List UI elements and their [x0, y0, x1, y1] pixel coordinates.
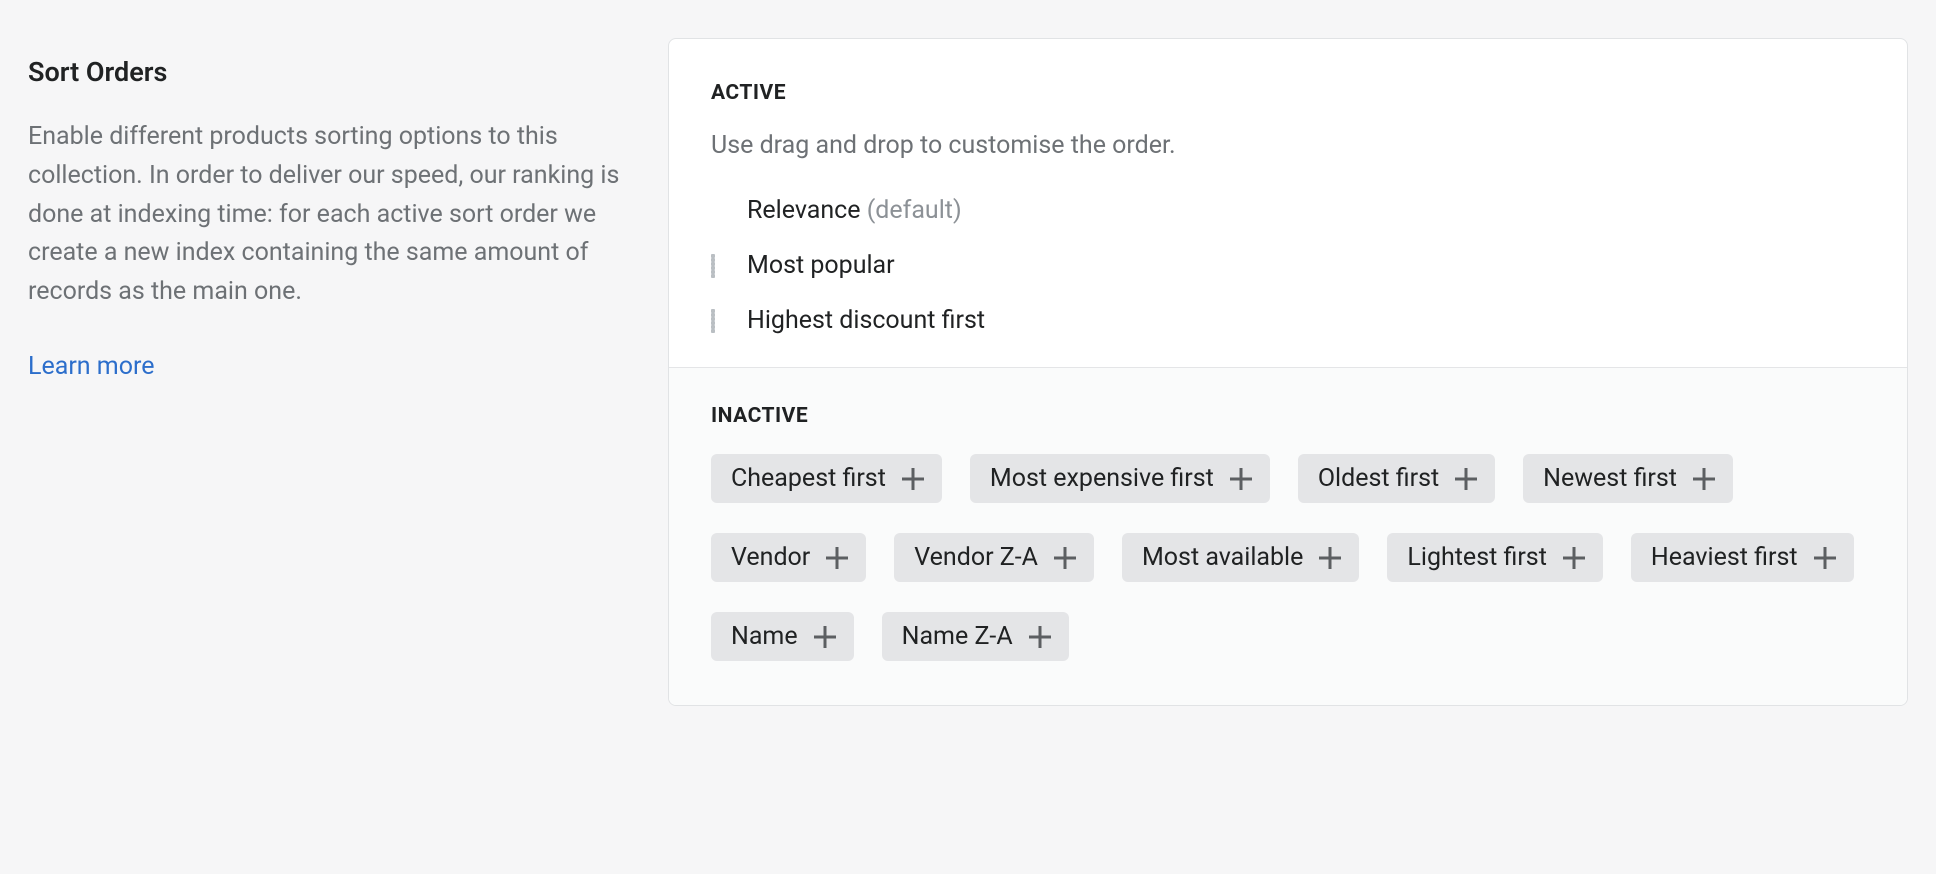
plus-icon [1029, 626, 1051, 648]
chip-name[interactable]: Name [711, 612, 854, 661]
active-item-highest-discount[interactable]: Highest discount first [711, 306, 1865, 335]
chip-most-available[interactable]: Most available [1122, 533, 1359, 582]
drag-handle-icon[interactable] [711, 254, 727, 278]
chip-lightest-first[interactable]: Lightest first [1387, 533, 1602, 582]
plus-icon [1054, 547, 1076, 569]
active-item-most-popular[interactable]: Most popular [711, 251, 1865, 280]
chip-heaviest-first[interactable]: Heaviest first [1631, 533, 1854, 582]
chip-label: Oldest first [1318, 466, 1439, 491]
active-list: Relevance (default) Most popular Highest… [711, 196, 1865, 335]
chip-newest-first[interactable]: Newest first [1523, 454, 1733, 503]
plus-icon [814, 626, 836, 648]
plus-icon [1319, 547, 1341, 569]
chip-oldest-first[interactable]: Oldest first [1298, 454, 1495, 503]
learn-more-link[interactable]: Learn more [28, 352, 154, 381]
chip-label: Vendor Z-A [914, 545, 1038, 570]
active-section: ACTIVE Use drag and drop to customise th… [669, 39, 1907, 367]
chip-vendor-z-a[interactable]: Vendor Z-A [894, 533, 1094, 582]
active-item-label: Most popular [747, 251, 895, 280]
chip-label: Most expensive first [990, 466, 1214, 491]
chip-label: Name [731, 624, 798, 649]
plus-icon [1814, 547, 1836, 569]
active-hint: Use drag and drop to customise the order… [711, 131, 1865, 160]
plus-icon [1693, 468, 1715, 490]
chip-label: Vendor [731, 545, 810, 570]
active-item-relevance[interactable]: Relevance (default) [711, 196, 1865, 225]
default-tag: (default) [867, 196, 962, 225]
active-item-label: Highest discount first [747, 306, 985, 335]
plus-icon [1230, 468, 1252, 490]
plus-icon [1455, 468, 1477, 490]
inactive-section: INACTIVE Cheapest first Most expensive f… [669, 367, 1907, 705]
sidebar-info: Sort Orders Enable different products so… [28, 38, 628, 381]
section-title: Sort Orders [28, 56, 628, 88]
active-item-label: Relevance [747, 196, 861, 225]
drag-handle-icon[interactable] [711, 309, 727, 333]
plus-icon [826, 547, 848, 569]
chip-most-expensive-first[interactable]: Most expensive first [970, 454, 1270, 503]
plus-icon [902, 468, 924, 490]
chip-label: Heaviest first [1651, 545, 1798, 570]
chip-label: Cheapest first [731, 466, 886, 491]
sort-orders-card: ACTIVE Use drag and drop to customise th… [668, 38, 1908, 706]
inactive-chip-row: Cheapest first Most expensive first Olde… [711, 454, 1865, 661]
chip-cheapest-first[interactable]: Cheapest first [711, 454, 942, 503]
section-description: Enable different products sorting option… [28, 118, 628, 312]
chip-vendor[interactable]: Vendor [711, 533, 866, 582]
chip-label: Name Z-A [902, 624, 1013, 649]
chip-label: Newest first [1543, 466, 1677, 491]
plus-icon [1563, 547, 1585, 569]
chip-label: Most available [1142, 545, 1303, 570]
active-heading: ACTIVE [711, 81, 1865, 105]
inactive-heading: INACTIVE [711, 404, 1865, 428]
chip-label: Lightest first [1407, 545, 1546, 570]
chip-name-z-a[interactable]: Name Z-A [882, 612, 1069, 661]
